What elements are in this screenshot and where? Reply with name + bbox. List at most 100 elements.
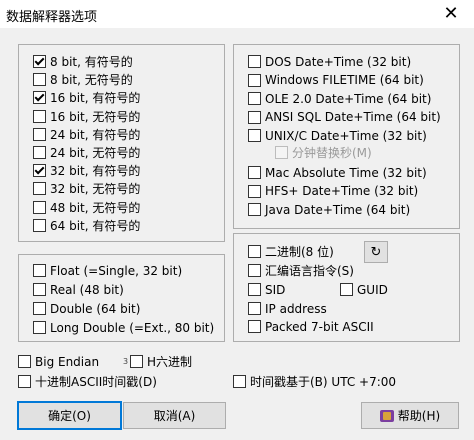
checkbox-box[interactable] (248, 110, 261, 124)
checkbox-box[interactable] (248, 129, 261, 142)
checkbox-box[interactable] (233, 375, 246, 388)
float-type-checkbox[interactable]: Long Double (=Ext., 80 bit) (33, 319, 214, 336)
integer-type-label: 32 bit, 有符号的 (50, 164, 141, 179)
checkbox-box[interactable] (248, 302, 261, 315)
float-type-checkbox[interactable]: Double (64 bit) (33, 300, 140, 317)
date-type-checkbox[interactable]: Mac Absolute Time (32 bit) (248, 164, 427, 181)
checkbox-box[interactable] (275, 146, 288, 159)
ip-label: IP address (265, 301, 327, 316)
integer-type-checkbox[interactable]: 8 bit, 无符号的 (33, 71, 133, 88)
asm-checkbox[interactable]: 汇编语言指令(S) (248, 262, 354, 279)
timestamp-base-checkbox[interactable]: 时间戳基于(B) UTC +7:00 (233, 373, 396, 390)
sid-checkbox[interactable]: SID (248, 281, 285, 298)
float-type-checkbox[interactable]: Float (=Single, 32 bit) (33, 262, 182, 279)
date-type-label: Mac Absolute Time (32 bit) (265, 165, 427, 180)
big-endian-label: Big Endian (35, 354, 100, 369)
checkbox-box[interactable] (248, 92, 261, 105)
float-type-label: Real (48 bit) (50, 282, 124, 297)
integer-type-checkbox[interactable]: 32 bit, 有符号的 (33, 162, 140, 179)
date-type-checkbox[interactable]: UNIX/C Date+Time (32 bit) (248, 127, 427, 144)
checkbox-box[interactable] (33, 283, 46, 296)
checkbox-box[interactable] (248, 320, 261, 333)
date-type-checkbox[interactable]: ANSI SQL Date+Time (64 bit) (248, 109, 441, 126)
checkbox-box[interactable] (248, 166, 261, 179)
checkbox-box[interactable] (33, 73, 46, 87)
ip-checkbox[interactable]: IP address (248, 300, 327, 317)
checkbox-box[interactable] (33, 55, 46, 68)
checkbox-box[interactable] (33, 109, 46, 123)
checkbox-box[interactable] (33, 164, 46, 178)
integer-type-label: 24 bit, 有符号的 (50, 127, 141, 142)
checkbox-box[interactable] (18, 355, 31, 368)
checkbox-box[interactable] (248, 73, 261, 87)
checkbox-box[interactable] (33, 200, 46, 214)
float-type-label: Double (64 bit) (50, 301, 141, 316)
checkbox-box[interactable] (18, 375, 31, 388)
guid-label: GUID (357, 282, 388, 297)
checkbox-box[interactable] (33, 218, 46, 232)
integer-type-checkbox[interactable]: 16 bit, 有符号的 (33, 89, 140, 106)
integer-type-checkbox[interactable]: 32 bit, 无符号的 (33, 180, 140, 197)
ok-button[interactable]: 确定(O) (17, 401, 122, 430)
checkbox-box[interactable] (130, 355, 143, 368)
date-type-checkbox[interactable]: OLE 2.0 Date+Time (64 bit) (248, 90, 431, 107)
checkbox-box[interactable] (33, 91, 46, 105)
checkbox-box[interactable] (248, 184, 261, 198)
checkbox-box[interactable] (248, 245, 261, 258)
integer-type-checkbox[interactable]: 24 bit, 无符号的 (33, 144, 140, 161)
checkbox-box[interactable] (33, 264, 46, 277)
integer-type-checkbox[interactable]: 16 bit, 无符号的 (33, 108, 140, 125)
cancel-button[interactable]: 取消(A) (123, 402, 226, 429)
integer-type-label: 32 bit, 无符号的 (50, 182, 141, 197)
window-title: 数据解释器选项 (6, 10, 98, 25)
float-type-label: Float (=Single, 32 bit) (50, 263, 183, 278)
date-type-checkbox[interactable]: Windows FILETIME (64 bit) (248, 72, 424, 89)
checkbox-box[interactable] (248, 264, 261, 277)
integer-type-label: 24 bit, 无符号的 (50, 146, 141, 160)
big-endian-checkbox[interactable]: Big Endian (18, 353, 99, 370)
integer-type-checkbox[interactable]: 8 bit, 有符号的 (33, 53, 133, 70)
integer-type-label: 48 bit, 无符号的 (50, 200, 141, 215)
decimal-ascii-timestamp-label: 十进制ASCII时间戳(D) (35, 375, 157, 389)
checkbox-box[interactable] (248, 55, 261, 68)
refresh-icon: ↻ (370, 244, 382, 260)
cancel-button-label: 取消(A) (153, 409, 196, 423)
asm-label: 汇编语言指令(S) (265, 264, 354, 278)
help-book-icon (379, 409, 394, 422)
checkbox-box[interactable] (248, 283, 261, 296)
minute-swap-label: 分钟替换秒(M) (292, 146, 372, 160)
integer-type-label: 64 bit, 有符号的 (50, 218, 141, 233)
help-button[interactable]: 帮助(H) (361, 402, 459, 429)
integer-type-label: 8 bit, 有符号的 (50, 55, 133, 69)
date-type-label: Java Date+Time (64 bit) (265, 202, 411, 217)
sid-label: SID (265, 282, 286, 297)
hex-checkbox[interactable]: H六进制 (130, 353, 192, 370)
checkbox-box[interactable] (33, 127, 46, 141)
date-type-checkbox[interactable]: DOS Date+Time (32 bit) (248, 53, 411, 70)
float-type-checkbox[interactable]: Real (48 bit) (33, 281, 124, 298)
minute-swap-checkbox[interactable]: 分钟替换秒(M) (275, 144, 372, 161)
packed-ascii-checkbox[interactable]: Packed 7-bit ASCII (248, 318, 374, 335)
refresh-button[interactable]: ↻ (364, 241, 388, 263)
integer-type-label: 8 bit, 无符号的 (50, 73, 133, 88)
checkbox-box[interactable] (33, 146, 46, 159)
date-type-checkbox[interactable]: HFS+ Date+Time (32 bit) (248, 183, 418, 200)
guid-checkbox[interactable]: GUID (340, 281, 388, 298)
checkbox-box[interactable] (248, 203, 261, 216)
integer-type-checkbox[interactable]: 64 bit, 有符号的 (33, 217, 140, 234)
checkbox-box[interactable] (33, 321, 46, 334)
ok-button-label: 确定(O) (48, 409, 91, 423)
date-type-label: ANSI SQL Date+Time (64 bit) (265, 110, 441, 124)
date-type-label: UNIX/C Date+Time (32 bit) (265, 128, 427, 143)
checkbox-box[interactable] (33, 302, 46, 315)
date-type-checkbox[interactable]: Java Date+Time (64 bit) (248, 201, 410, 218)
help-button-label: 帮助(H) (397, 409, 441, 423)
decimal-ascii-timestamp-checkbox[interactable]: 十进制ASCII时间戳(D) (18, 373, 157, 390)
checkbox-box[interactable] (340, 283, 353, 296)
binary-checkbox[interactable]: 二进制(8 位) (248, 243, 334, 260)
close-icon[interactable]: ✕ (428, 0, 474, 28)
integer-type-checkbox[interactable]: 24 bit, 有符号的 (33, 126, 140, 143)
integer-type-checkbox[interactable]: 48 bit, 无符号的 (33, 199, 140, 216)
float-type-label: Long Double (=Ext., 80 bit) (50, 320, 215, 335)
checkbox-box[interactable] (33, 182, 46, 196)
